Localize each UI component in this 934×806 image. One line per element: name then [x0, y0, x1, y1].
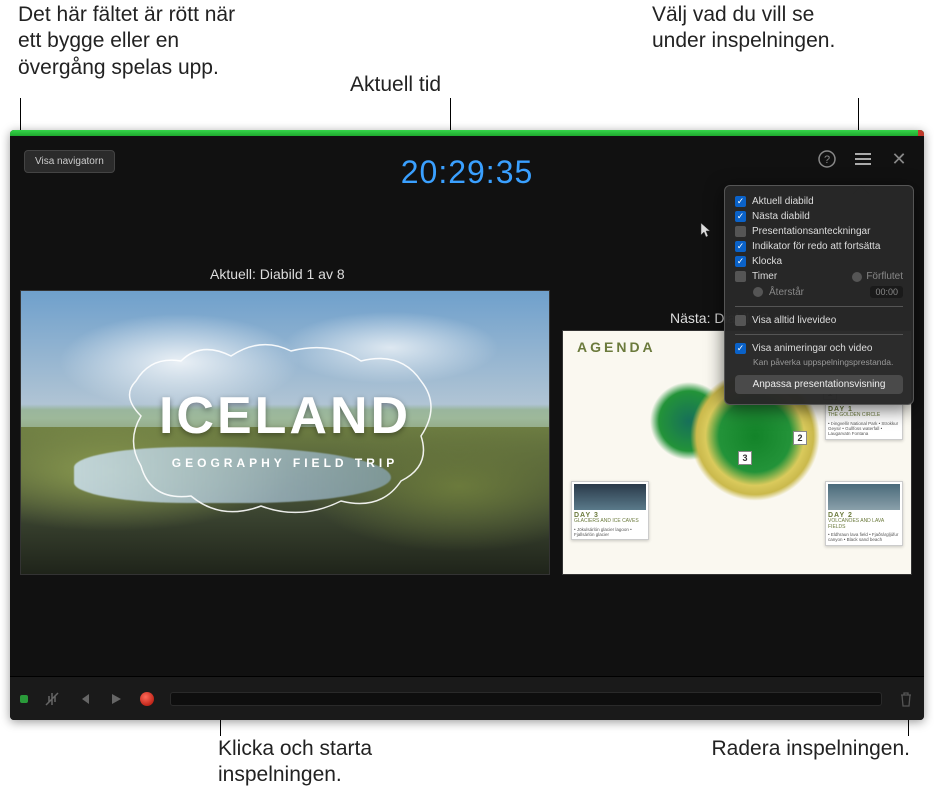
card-caption: THE GOLDEN CIRCLE: [828, 413, 900, 419]
option-timer[interactable]: Timer Förflutet: [735, 269, 903, 284]
option-label: Indikator för redo att fortsätta: [752, 241, 880, 252]
status-indicator: [20, 695, 28, 703]
mute-icon[interactable]: [44, 691, 60, 707]
option-label: Timer: [752, 271, 777, 282]
option-current-slide[interactable]: ✓ Aktuell diabild: [735, 194, 903, 209]
close-icon[interactable]: ✕: [890, 150, 908, 168]
card-text: • Eldhraun lava field • Fjaðrárgljúfur c…: [828, 532, 900, 543]
callout-top-mid: Aktuell tid: [350, 72, 441, 98]
presenter-recording-window: Visa navigatorn 20:29:35 ? ✕ ✓ Aktuell d…: [10, 130, 924, 720]
checkbox-on-icon: ✓: [735, 196, 746, 207]
agenda-card-day2: DAY 2 VOLCANOES AND LAVA FIELDS • Eldhra…: [825, 481, 903, 546]
agenda-card-day1: DAY 1 THE GOLDEN CIRCLE • Þingvellir Nat…: [825, 403, 903, 440]
option-show-animations[interactable]: ✓ Visa animeringar och video: [735, 341, 903, 356]
top-controls: Visa navigatorn 20:29:35 ? ✕: [10, 136, 924, 186]
option-label: Klocka: [752, 256, 782, 267]
top-right-icons: ? ✕: [818, 150, 908, 168]
option-live-video[interactable]: Visa alltid livevideo: [735, 313, 903, 328]
checkbox-on-icon: ✓: [735, 241, 746, 252]
current-slide-preview: ICELAND GEOGRAPHY FIELD TRIP: [20, 290, 550, 575]
timer-value: 00:00: [870, 286, 903, 298]
slide-subtitle: GEOGRAPHY FIELD TRIP: [21, 456, 549, 470]
checkbox-on-icon: ✓: [735, 211, 746, 222]
option-label: Aktuell diabild: [752, 196, 814, 207]
checkbox-on-icon: ✓: [735, 256, 746, 267]
card-text: • Þingvellir National Park • Strokkur Ge…: [828, 421, 900, 437]
slide-title: ICELAND: [21, 386, 549, 446]
option-label: Presentationsanteckningar: [752, 226, 870, 237]
clock-display: 20:29:35: [401, 154, 534, 191]
option-timer-remaining[interactable]: Återstår 00:00: [735, 284, 903, 300]
callout-top-right: Välj vad du vill se under inspelningen.: [652, 2, 852, 55]
callout-bottom-right: Radera inspelningen.: [650, 736, 910, 762]
option-presenter-notes[interactable]: Presentationsanteckningar: [735, 224, 903, 239]
display-options-popover: ✓ Aktuell diabild ✓ Nästa diabild Presen…: [724, 185, 914, 405]
card-text: • Jökulsárlón glacier lagoon • Fjallsárl…: [574, 527, 646, 538]
recording-timeline[interactable]: [170, 692, 882, 706]
callout-bottom-left: Klicka och starta inspelningen.: [218, 736, 448, 789]
record-button[interactable]: [140, 692, 154, 706]
radio-label: Återstår: [769, 287, 804, 298]
callout-line: [20, 98, 21, 132]
option-note: Kan påverka uppspelningsprestanda.: [735, 357, 903, 367]
previous-icon[interactable]: [76, 691, 92, 707]
customize-presenter-display-button[interactable]: Anpassa presentationsvisning: [735, 375, 903, 394]
cursor-pointer: [700, 222, 712, 238]
agenda-card-day3: DAY 3 GLACIERS AND ICE CAVES • Jökulsárl…: [571, 481, 649, 540]
card-image: [574, 484, 646, 510]
card-image: [828, 484, 900, 510]
option-next-slide[interactable]: ✓ Nästa diabild: [735, 209, 903, 224]
agenda-title: AGENDA: [577, 339, 656, 355]
radio-label: Förflutet: [866, 271, 903, 282]
svg-text:?: ?: [824, 154, 830, 166]
divider: [735, 306, 903, 307]
checkbox-off-icon: [735, 226, 746, 237]
option-label: Nästa diabild: [752, 211, 810, 222]
option-clock[interactable]: ✓ Klocka: [735, 254, 903, 269]
option-label: Visa alltid livevideo: [752, 315, 836, 326]
help-icon[interactable]: ?: [818, 150, 836, 168]
checkbox-on-icon: ✓: [735, 343, 746, 354]
option-ready-indicator[interactable]: ✓ Indikator för redo att fortsätta: [735, 239, 903, 254]
current-slide-label: Aktuell: Diabild 1 av 8: [210, 266, 345, 282]
radio-icon[interactable]: [753, 287, 763, 297]
recording-toolbar: [10, 676, 924, 720]
checkbox-off-icon: [735, 315, 746, 326]
option-label: Visa animeringar och video: [752, 343, 872, 354]
trash-icon[interactable]: [898, 691, 914, 707]
radio-icon[interactable]: [852, 272, 862, 282]
play-icon[interactable]: [108, 691, 124, 707]
checkbox-off-icon: [735, 271, 746, 282]
divider: [735, 334, 903, 335]
map-pin-3: 3: [738, 451, 752, 465]
callout-top-left: Det här fältet är rött när ett bygge ell…: [18, 2, 258, 81]
card-caption: GLACIERS AND ICE CAVES: [574, 519, 646, 525]
display-options-icon[interactable]: [854, 150, 872, 168]
card-caption: VOLCANOES AND LAVA FIELDS: [828, 519, 900, 530]
map-pin-2: 2: [793, 431, 807, 445]
show-navigator-button[interactable]: Visa navigatorn: [24, 150, 115, 173]
